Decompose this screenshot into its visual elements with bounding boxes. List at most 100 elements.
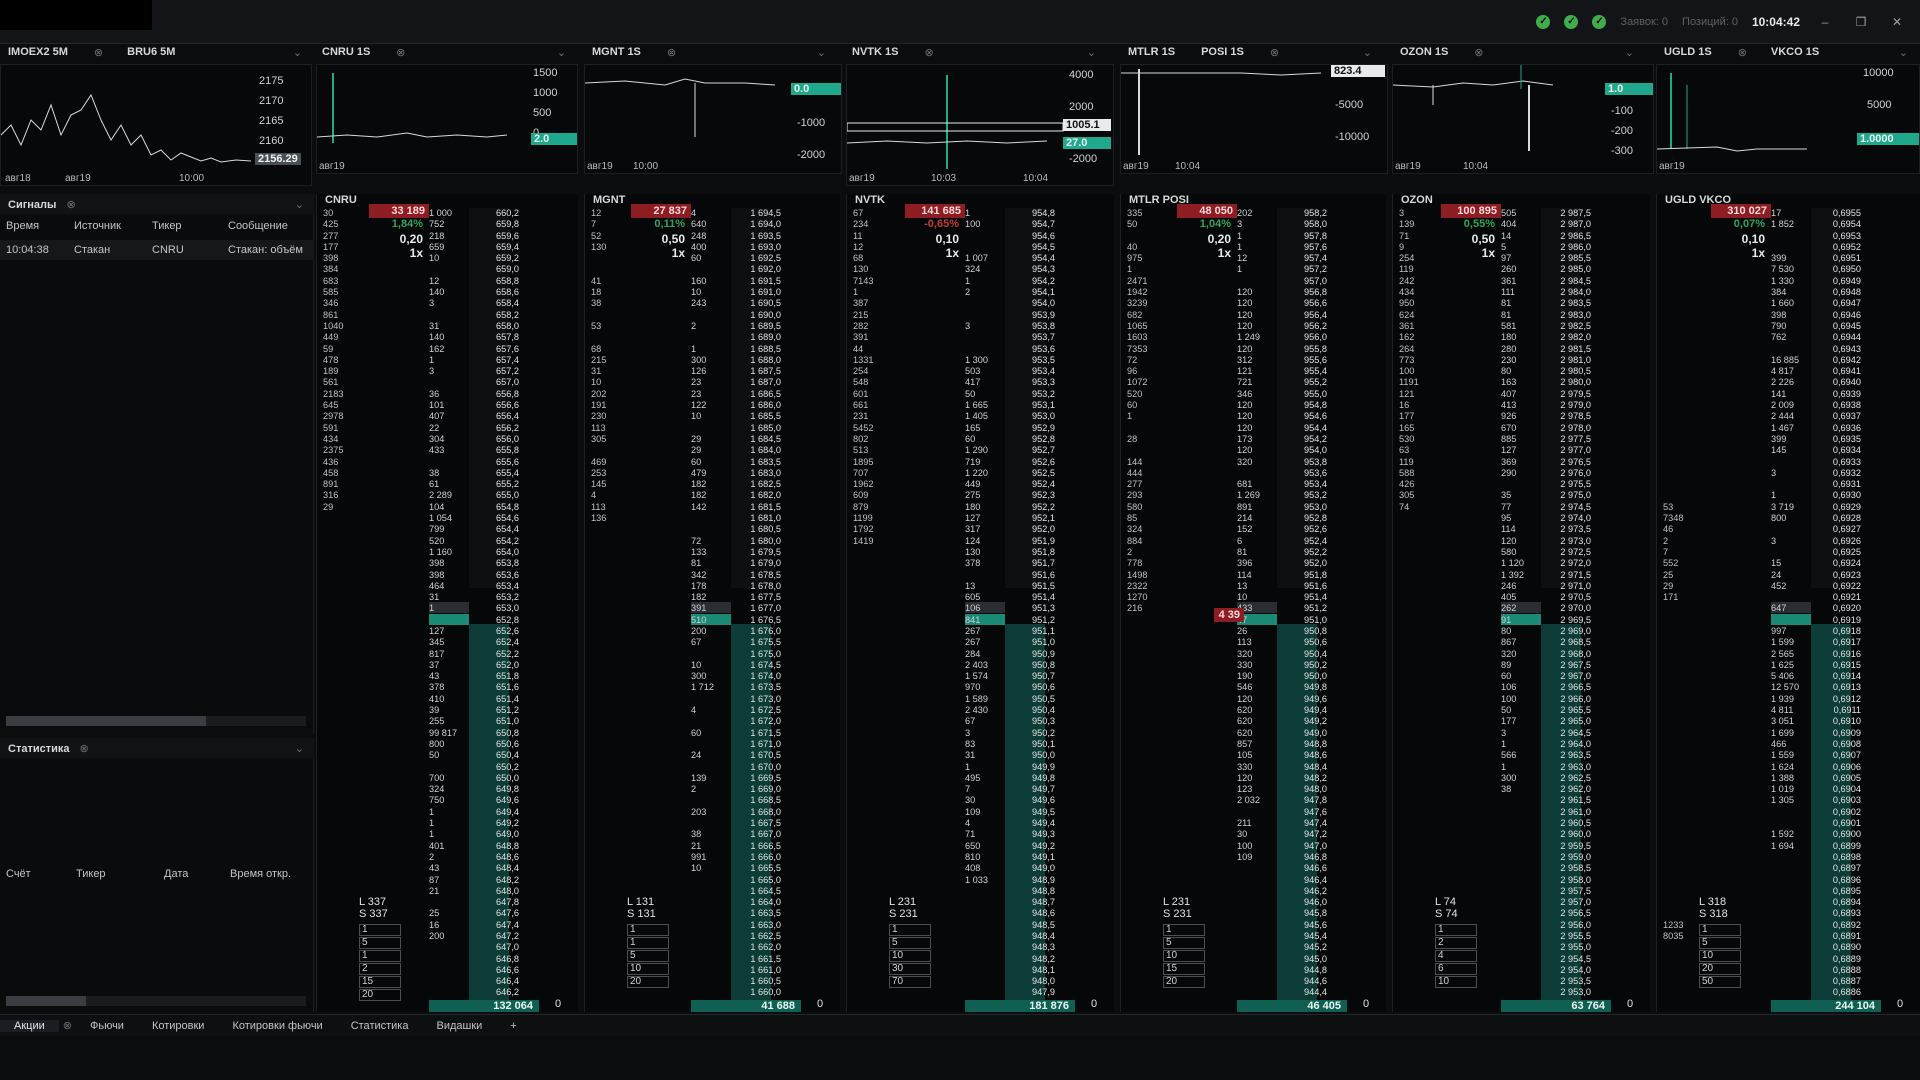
tab-futures-quotes[interactable]: Котировки фьючи	[218, 1020, 336, 1032]
chart-ugld-vkco[interactable]: 10000 5000 1.0000 авг19	[1656, 64, 1920, 174]
close-icon[interactable]: ⊗	[667, 46, 676, 59]
quantity-preset[interactable]: 1	[1435, 924, 1477, 936]
chevron-down-icon[interactable]: ⌄	[817, 46, 826, 59]
quantity-preset[interactable]: 1	[1163, 924, 1205, 936]
quantity-preset[interactable]: 70	[889, 976, 931, 988]
order-book[interactable]: OZON 3 139 71 9 254 119 242 434 950 624 3…	[1392, 194, 1650, 1012]
quantity-preset[interactable]: 4	[1435, 950, 1477, 962]
quantity-preset[interactable]: 20	[359, 989, 401, 1001]
order-book[interactable]: NVTK 67 234 11 12 68 130 7143 1 387 215 2…	[846, 194, 1114, 1012]
quantity-preset[interactable]: 6	[1435, 963, 1477, 975]
horizontal-scrollbar[interactable]	[6, 716, 306, 726]
tab-cnru[interactable]: CNRU 1S	[322, 46, 370, 58]
quantity-preset[interactable]: 1	[627, 924, 669, 936]
book-header[interactable]: NVTK	[855, 194, 885, 206]
chevron-down-icon[interactable]: ⌄	[1363, 46, 1372, 59]
close-icon[interactable]: ⊗	[66, 199, 75, 211]
close-icon[interactable]: ⊗	[1270, 46, 1279, 59]
quantity-preset[interactable]: 50	[1699, 976, 1741, 988]
chart-tabs-5[interactable]: MTLR 1S POSI 1S ⊗ ⌄	[1128, 42, 1378, 62]
tab-stocks[interactable]: Акции	[0, 1019, 59, 1032]
chart-tabs-2[interactable]: CNRU 1S ⊗ ⌄	[322, 42, 572, 62]
tab-imoex[interactable]: IMOEX2 5M	[8, 46, 68, 58]
close-icon[interactable]: ⊗	[94, 46, 103, 59]
col-account[interactable]: Счёт	[0, 868, 76, 880]
quantity-preset[interactable]: 1	[359, 924, 401, 936]
table-row[interactable]: 10:04:38 Стакан CNRU Стакан: объём	[0, 240, 314, 260]
tab-nvtk[interactable]: NVTK 1S	[852, 46, 898, 58]
quantity-preset[interactable]: 15	[359, 976, 401, 988]
chevron-down-icon[interactable]: ⌄	[293, 46, 302, 59]
chart-tabs-1[interactable]: IMOEX2 5M ⊗ BRU6 5M ⌄	[8, 42, 308, 62]
quantity-preset[interactable]: 2	[1435, 937, 1477, 949]
tab-ozon[interactable]: OZON 1S	[1400, 46, 1448, 58]
col-ticker[interactable]: Тикер	[152, 220, 228, 232]
close-icon[interactable]: ⊗	[80, 743, 89, 755]
chevron-down-icon[interactable]: ⌄	[295, 198, 304, 211]
quantity-preset[interactable]: 5	[1163, 937, 1205, 949]
quantity-preset[interactable]: 20	[1163, 976, 1205, 988]
chevron-down-icon[interactable]: ⌄	[295, 742, 304, 755]
maximize-icon[interactable]: ❐	[1850, 15, 1872, 29]
order-book[interactable]: UGLD VKCO 53 7348 46 2 7 552 25 29 171 1…	[1656, 194, 1920, 1012]
chevron-down-icon[interactable]: ⌄	[1087, 46, 1096, 59]
col-time[interactable]: Время	[0, 220, 74, 232]
add-tab-button[interactable]: +	[496, 1020, 530, 1032]
order-book[interactable]: CNRU 30 425 277 177 398 384 683 585 346 8…	[316, 194, 578, 1012]
col-ticker[interactable]: Тикер	[76, 868, 164, 880]
quantity-preset[interactable]: 1	[889, 924, 931, 936]
quantity-preset[interactable]: 10	[1699, 950, 1741, 962]
close-icon[interactable]: ⊗	[59, 1019, 76, 1032]
quantity-preset[interactable]: 5	[1699, 937, 1741, 949]
quantity-preset[interactable]: 1	[359, 950, 401, 962]
tab-mtlr[interactable]: MTLR 1S	[1128, 46, 1175, 58]
chart-mgnt[interactable]: 0.0 -1000 -2000 авг19 10:00	[584, 64, 842, 174]
chevron-down-icon[interactable]: ⌄	[1899, 46, 1908, 59]
quantity-preset[interactable]: 15	[1163, 963, 1205, 975]
quantity-preset[interactable]: 10	[889, 950, 931, 962]
tab-futures[interactable]: Фьючи	[76, 1020, 138, 1032]
chart-ozon[interactable]: 1.0 -100 -200 -300 авг19 10:04	[1392, 64, 1654, 174]
minimize-icon[interactable]: –	[1814, 15, 1836, 29]
quantity-preset[interactable]: 1	[627, 937, 669, 949]
quantity-preset[interactable]: 10	[627, 963, 669, 975]
chart-tabs-3[interactable]: MGNT 1S ⊗ ⌄	[592, 42, 832, 62]
col-message[interactable]: Сообщение	[228, 220, 314, 232]
tab-bru[interactable]: BRU6 5M	[127, 46, 175, 58]
book-header[interactable]: CNRU	[325, 194, 357, 206]
col-source[interactable]: Источник	[74, 220, 152, 232]
quantity-preset[interactable]: 5	[889, 937, 931, 949]
quantity-preset[interactable]: 2	[359, 963, 401, 975]
tab-vidashki[interactable]: Видашки	[422, 1020, 496, 1032]
close-icon[interactable]: ⊗	[1738, 46, 1747, 59]
tab-mgnt[interactable]: MGNT 1S	[592, 46, 641, 58]
horizontal-scrollbar[interactable]	[6, 996, 306, 1006]
quantity-preset[interactable]: 1	[1699, 924, 1741, 936]
chart-nvtk[interactable]: 4000 2000 1005.1 27.0 -2000 авг19 10:03 …	[846, 64, 1114, 186]
quantity-preset[interactable]: 5	[359, 937, 401, 949]
tab-posi[interactable]: POSI 1S	[1201, 46, 1244, 58]
chevron-down-icon[interactable]: ⌄	[557, 46, 566, 59]
order-book[interactable]: MGNT 12 7 52 130 41 18 38 53 68 215 31 10…	[584, 194, 840, 1012]
col-date[interactable]: Дата	[164, 868, 230, 880]
chart-tabs-6[interactable]: OZON 1S ⊗ ⌄	[1400, 42, 1640, 62]
chart-tabs-4[interactable]: NVTK 1S ⊗ ⌄	[852, 42, 1102, 62]
quantity-preset[interactable]: 30	[889, 963, 931, 975]
quantity-preset[interactable]: 10	[1163, 950, 1205, 962]
order-book[interactable]: MTLR POSI 335 50 40 975 1 2471 1942 3239 …	[1120, 194, 1386, 1012]
quantity-preset[interactable]: 10	[1435, 976, 1477, 988]
chart-mtlr-posi[interactable]: 823.4 -5000 -10000 авг19 10:04	[1120, 64, 1388, 174]
tab-quotes[interactable]: Котировки	[138, 1020, 219, 1032]
col-open-time[interactable]: Время откр.	[230, 868, 314, 880]
close-icon[interactable]: ⊗	[924, 46, 933, 59]
close-icon[interactable]: ✕	[1886, 15, 1908, 29]
close-icon[interactable]: ⊗	[1474, 46, 1483, 59]
chevron-down-icon[interactable]: ⌄	[1625, 46, 1634, 59]
quantity-preset[interactable]: 20	[1699, 963, 1741, 975]
tab-statistics[interactable]: Статистика	[337, 1020, 423, 1032]
book-header[interactable]: OZON	[1401, 194, 1433, 206]
book-header[interactable]: MGNT	[593, 194, 625, 206]
chart-tabs-7[interactable]: UGLD 1S ⊗ VKCO 1S ⌄	[1664, 42, 1914, 62]
tab-vkco[interactable]: VKCO 1S	[1771, 46, 1819, 58]
close-icon[interactable]: ⊗	[396, 46, 405, 59]
